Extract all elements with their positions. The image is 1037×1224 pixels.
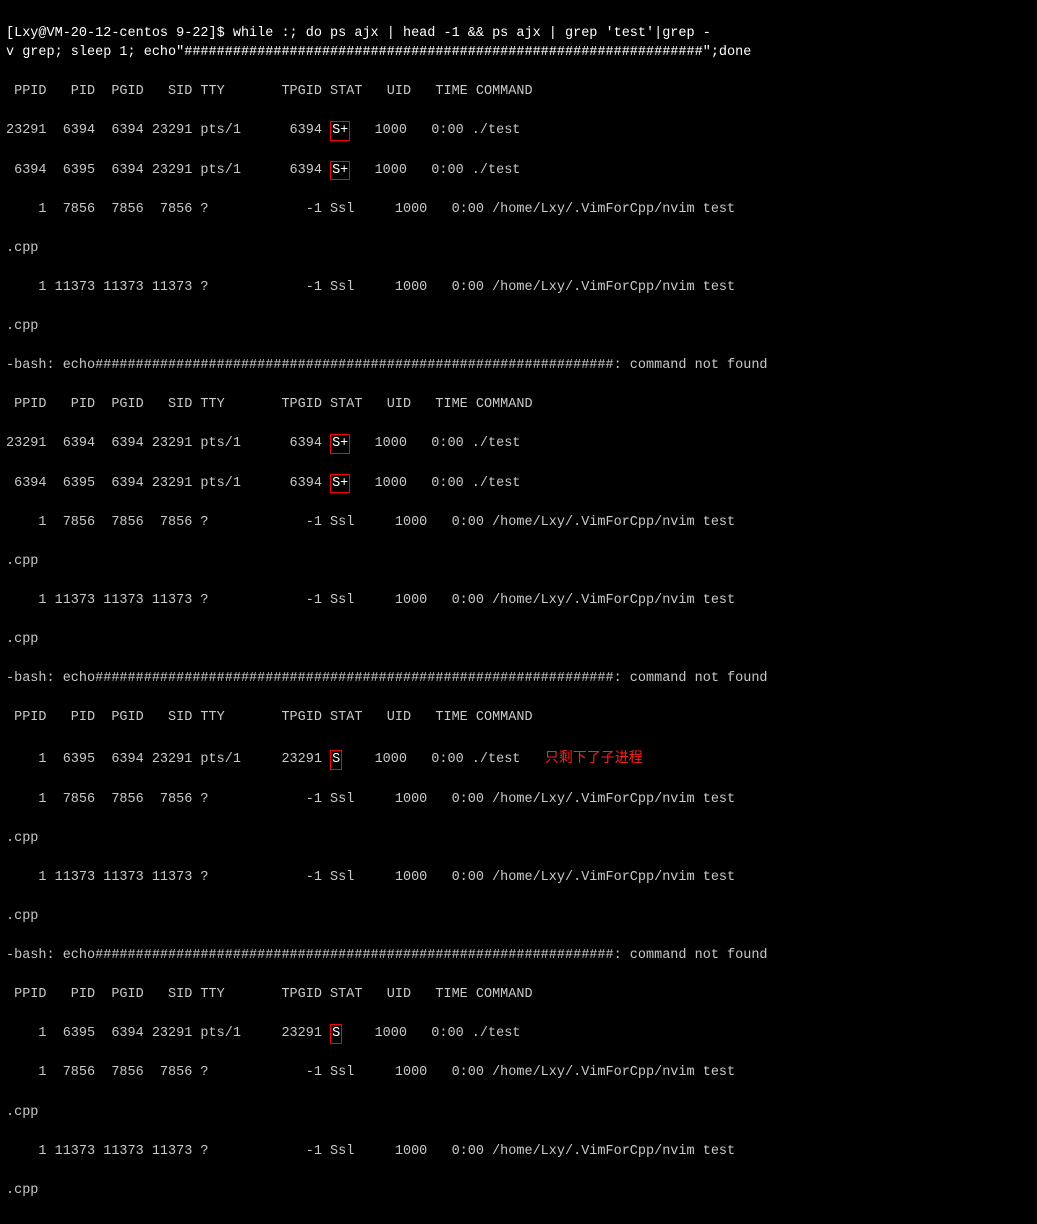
- header-row-1: PPID PID PGID SID TTY TPGID STAT UID TIM…: [6, 82, 1031, 102]
- process-row: 1 11373 11373 11373 ? -1 Ssl 1000 0:00 /…: [6, 591, 1031, 611]
- process-row-cont: .cpp: [6, 907, 1031, 927]
- process-row-cont: .cpp: [6, 239, 1031, 259]
- terminal-window: [Lxy@VM-20-12-centos 9-22]$ while :; do …: [6, 4, 1031, 1220]
- bash-error-3: -bash: echo#############################…: [6, 946, 1031, 966]
- process-row: 1 11373 11373 11373 ? -1 Ssl 1000 0:00 /…: [6, 1142, 1031, 1162]
- stat-badge-sp1: S+: [330, 121, 350, 141]
- stat-badge-sp2: S+: [330, 161, 350, 181]
- stat-badge-sp4: S+: [330, 474, 350, 494]
- process-row-cont: .cpp: [6, 1181, 1031, 1201]
- process-row: 1 7856 7856 7856 ? -1 Ssl 1000 0:00 /hom…: [6, 1063, 1031, 1083]
- process-row: 1 7856 7856 7856 ? -1 Ssl 1000 0:00 /hom…: [6, 513, 1031, 533]
- process-row: 1 11373 11373 11373 ? -1 Ssl 1000 0:00 /…: [6, 868, 1031, 888]
- stat-badge-sp3: S+: [330, 434, 350, 454]
- process-row-cont: .cpp: [6, 630, 1031, 650]
- process-row: 1 6395 6394 23291 pts/1 23291 S 1000 0:0…: [6, 1024, 1031, 1044]
- process-row-cont: .cpp: [6, 552, 1031, 572]
- header-row-2: PPID PID PGID SID TTY TPGID STAT UID TIM…: [6, 395, 1031, 415]
- bash-error-1: -bash: echo#############################…: [6, 356, 1031, 376]
- stat-badge-s2: S: [330, 1024, 342, 1044]
- process-row: 1 7856 7856 7856 ? -1 Ssl 1000 0:00 /hom…: [6, 200, 1031, 220]
- annotation-orphan: 只剩下了子进程: [545, 749, 643, 765]
- process-row: 6394 6395 6394 23291 pts/1 6394 S+ 1000 …: [6, 474, 1031, 494]
- process-row: 23291 6394 6394 23291 pts/1 6394 S+ 1000…: [6, 434, 1031, 454]
- header-row-4: PPID PID PGID SID TTY TPGID STAT UID TIM…: [6, 985, 1031, 1005]
- process-row: 1 11373 11373 11373 ? -1 Ssl 1000 0:00 /…: [6, 278, 1031, 298]
- process-row: 1 7856 7856 7856 ? -1 Ssl 1000 0:00 /hom…: [6, 790, 1031, 810]
- process-row-cont: .cpp: [6, 829, 1031, 849]
- header-row-3: PPID PID PGID SID TTY TPGID STAT UID TIM…: [6, 708, 1031, 728]
- process-row: 6394 6395 6394 23291 pts/1 6394 S+ 1000 …: [6, 161, 1031, 181]
- process-row-cont: .cpp: [6, 317, 1031, 337]
- process-row-orphan: 1 6395 6394 23291 pts/1 23291 S 1000 0:0…: [6, 747, 1031, 770]
- bash-error-2: -bash: echo#############################…: [6, 669, 1031, 689]
- process-row: 23291 6394 6394 23291 pts/1 6394 S+ 1000…: [6, 121, 1031, 141]
- process-row-cont: .cpp: [6, 1103, 1031, 1123]
- prompt-line: [Lxy@VM-20-12-centos 9-22]$ while :; do …: [6, 24, 1031, 63]
- stat-badge-s1: S: [330, 750, 342, 770]
